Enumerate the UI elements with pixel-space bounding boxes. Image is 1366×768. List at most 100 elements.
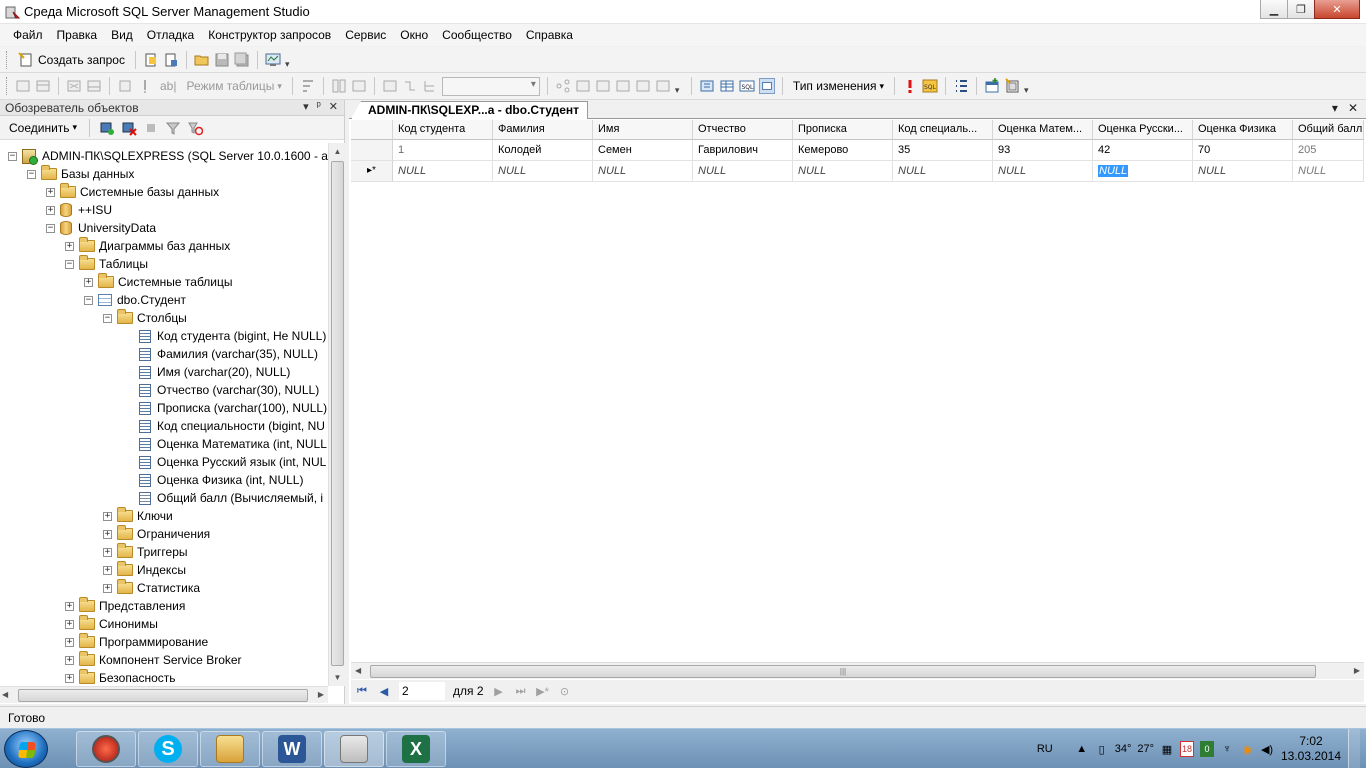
tree-node-keys[interactable]: + Ключи <box>103 507 173 525</box>
collapse-icon[interactable]: − <box>103 313 112 323</box>
grid-horizontal-scrollbar[interactable]: ◀ ||| ▶ <box>351 662 1364 679</box>
new-record-icon[interactable]: ▶* <box>536 684 550 698</box>
collapse-icon[interactable]: − <box>8 151 17 161</box>
tree-horizontal-scrollbar[interactable]: ◀ ▶ <box>0 686 328 703</box>
taskbar-app-explorer[interactable] <box>200 731 260 767</box>
toolbar-grip[interactable] <box>6 77 9 95</box>
scroll-thumb[interactable] <box>18 689 308 702</box>
grid-cell[interactable]: NULL <box>1293 161 1364 182</box>
counter-badge[interactable]: 0 <box>1200 741 1214 757</box>
taskbar-app-skype[interactable]: S <box>138 731 198 767</box>
check-constraints-icon[interactable] <box>635 78 651 94</box>
new-query-button[interactable]: Создать запрос <box>15 49 128 71</box>
grid-cell[interactable]: NULL <box>693 161 793 182</box>
taskbar-app-browser[interactable] <box>76 731 136 767</box>
abl-icon[interactable]: ab| <box>157 75 179 97</box>
avast-icon[interactable]: ◉ <box>1240 741 1254 757</box>
weather-temp-1[interactable]: 34° <box>1115 741 1132 757</box>
manage-fulltext-icon[interactable] <box>595 78 611 94</box>
expand-icon[interactable]: + <box>103 547 112 557</box>
collapse-icon[interactable]: − <box>65 259 74 269</box>
execute-sql-icon[interactable] <box>117 78 133 94</box>
relationship-icon[interactable] <box>555 78 571 94</box>
grid-cell[interactable]: NULL <box>793 161 893 182</box>
show-desktop-button[interactable] <box>1348 729 1360 768</box>
results-pane-icon[interactable] <box>758 78 775 94</box>
tree-node-column[interactable]: Код специальности (bigint, NU <box>139 417 325 435</box>
sql-pane-icon[interactable]: SQL <box>739 78 755 94</box>
tree-node-databases[interactable]: − Базы данных <box>27 165 134 183</box>
tree-node-table-student[interactable]: − dbo.Студент <box>84 291 186 309</box>
relations-icon[interactable] <box>402 78 418 94</box>
menu-help[interactable]: Справка <box>519 25 580 45</box>
add-item-icon[interactable] <box>163 52 179 68</box>
next-record-icon[interactable]: ▶ <box>492 684 506 698</box>
scroll-thumb[interactable]: ||| <box>370 665 1316 678</box>
column-header[interactable]: Оценка Матем... <box>993 120 1093 140</box>
object-dropdown[interactable] <box>441 76 540 96</box>
weather-temp-2[interactable]: 27° <box>1137 741 1154 757</box>
add-table-icon[interactable] <box>351 78 367 94</box>
expand-icon[interactable]: + <box>103 583 112 593</box>
grid-cell[interactable]: 93 <box>993 140 1093 161</box>
tree-icon[interactable] <box>422 78 438 94</box>
collapse-icon[interactable]: − <box>27 169 36 179</box>
scroll-down-arrow-icon[interactable]: ▼ <box>329 669 346 686</box>
expand-icon[interactable]: + <box>103 511 112 521</box>
grid-cell[interactable]: 1 <box>393 140 493 161</box>
menu-query-designer[interactable]: Конструктор запросов <box>201 25 338 45</box>
tree-node-security[interactable]: + Безопасность <box>65 669 176 686</box>
toolbar-overflow[interactable]: ▾ <box>1024 76 1033 96</box>
taskbar-app-word[interactable]: W <box>262 731 322 767</box>
expand-icon[interactable]: + <box>84 277 93 287</box>
toolbar-grip[interactable] <box>6 50 9 69</box>
verify-sql-syntax-icon[interactable]: SQL <box>922 78 938 94</box>
scroll-left-arrow-icon[interactable]: ◀ <box>355 666 361 675</box>
menu-window[interactable]: Окно <box>393 25 435 45</box>
expand-icon[interactable]: + <box>46 187 55 197</box>
grid-cell[interactable]: Семен <box>593 140 693 161</box>
clock[interactable]: 7:02 13.03.2014 <box>1280 734 1342 764</box>
tree-node-universitydata[interactable]: − UniversityData <box>46 219 156 237</box>
grid-cell[interactable]: Гаврилович <box>693 140 793 161</box>
generate-script-icon[interactable] <box>655 78 671 94</box>
tree-vertical-scrollbar[interactable]: ▲ ▼ <box>328 143 345 686</box>
column-header[interactable]: Отчество <box>693 120 793 140</box>
first-record-icon[interactable]: ⏮ <box>355 684 369 698</box>
network-icon[interactable]: ▦ <box>1160 741 1174 757</box>
new-derived-table-icon[interactable] <box>1004 78 1020 94</box>
tree-node-column[interactable]: Отчество (varchar(30), NULL) <box>139 381 319 399</box>
open-folder-icon[interactable] <box>194 52 210 68</box>
volume-icon[interactable]: ◀) <box>1260 741 1274 757</box>
scroll-left-arrow-icon[interactable]: ◀ <box>2 690 8 699</box>
sort-icon[interactable] <box>300 78 316 94</box>
tree-node-views[interactable]: + Представления <box>65 597 185 615</box>
tree-node-diagrams[interactable]: + Диаграммы баз данных <box>65 237 230 255</box>
grid-cell[interactable]: 70 <box>1193 140 1293 161</box>
execute-exclamation-icon[interactable] <box>902 78 918 94</box>
grid-cell[interactable]: Кемерово <box>793 140 893 161</box>
tree-node-column[interactable]: Прописка (varchar(100), NULL) <box>139 399 327 417</box>
column-header[interactable]: Общий балл <box>1293 120 1364 140</box>
expand-icon[interactable]: + <box>65 619 74 629</box>
grid-cell[interactable]: 42 <box>1093 140 1193 161</box>
new-file-icon[interactable] <box>143 52 159 68</box>
stop-icon[interactable]: ⊙ <box>558 684 572 698</box>
grid-cell-selected[interactable]: NULL <box>1093 161 1193 182</box>
start-button[interactable] <box>4 730 48 768</box>
expand-icon[interactable]: + <box>103 529 112 539</box>
tree-node-column[interactable]: Оценка Математика (int, NULL <box>139 435 327 453</box>
connect-server-icon[interactable] <box>99 120 115 136</box>
menu-view[interactable]: Вид <box>104 25 140 45</box>
change-type-dropdown[interactable]: Тип изменения ▾ <box>790 75 887 97</box>
collapse-icon[interactable]: − <box>46 223 55 233</box>
expand-icon[interactable]: + <box>65 601 74 611</box>
diagram-pane-active-icon[interactable] <box>699 78 715 94</box>
minimize-button[interactable]: ▁ <box>1260 0 1288 19</box>
current-page-input[interactable]: 2 <box>399 682 445 700</box>
group-by-icon[interactable] <box>331 78 347 94</box>
document-tab-student[interactable]: ADMIN-ПК\SQLEXP...a - dbo.Студент <box>351 101 589 119</box>
menu-debug[interactable]: Отладка <box>140 25 201 45</box>
show-sql-pane-icon[interactable] <box>66 78 82 94</box>
tree-node-column[interactable]: Фамилия (varchar(35), NULL) <box>139 345 318 363</box>
